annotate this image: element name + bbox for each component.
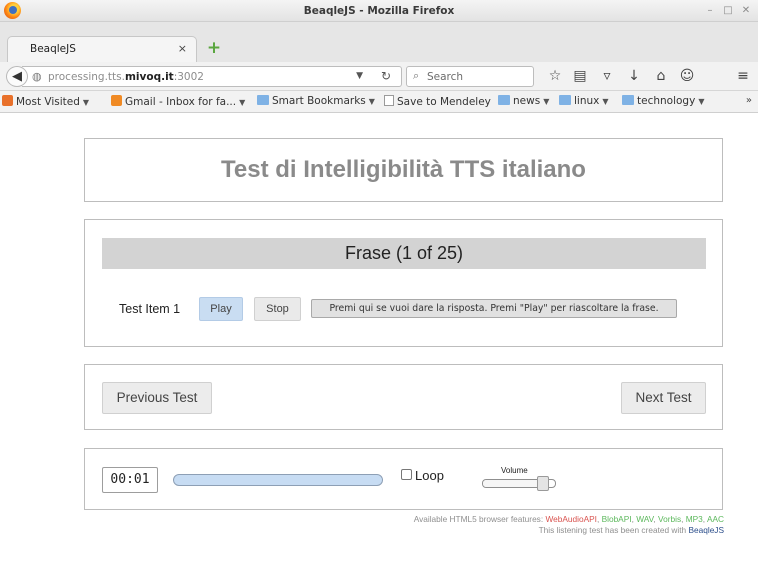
beaqlejs-link[interactable]: BeaqleJS <box>688 525 724 535</box>
test-item-panel: Frase (1 of 25) Test Item 1 Play Stop Pr… <box>84 219 723 347</box>
pocket-icon[interactable]: ▿ <box>598 67 616 85</box>
bookmark-technology[interactable]: technology ▼ <box>622 95 704 107</box>
page-icon <box>384 95 394 106</box>
bookmark-smart-bookmarks[interactable]: Smart Bookmarks ▼ <box>257 95 375 107</box>
volume-slider[interactable] <box>482 476 556 491</box>
window-titlebar: BeaqleJS - Mozilla Firefox – □ ✕ <box>0 0 758 22</box>
bookmark-star-icon[interactable]: ☆ <box>546 67 564 85</box>
url-dropdown-icon[interactable]: ▼ <box>356 71 363 81</box>
globe-icon: ◍ <box>32 70 42 83</box>
chat-icon[interactable]: ☺ <box>678 67 696 85</box>
next-test-button[interactable]: Next Test <box>621 382 706 414</box>
feature-blobapi: BlobAPI <box>601 514 632 524</box>
chevron-down-icon: ▼ <box>698 97 705 106</box>
download-icon[interactable]: ↓ <box>625 67 643 85</box>
back-button[interactable]: ◀ <box>6 66 28 87</box>
maximize-icon[interactable]: □ <box>720 3 736 18</box>
feature-webaudioapi: WebAudioAPI <box>545 514 597 524</box>
frase-header: Frase (1 of 25) <box>102 238 706 269</box>
audio-controls-panel: 00:01 Loop Volume <box>84 448 723 510</box>
volume-label: Volume <box>501 466 528 475</box>
playback-progress-bar[interactable] <box>173 474 383 486</box>
search-placeholder: Search <box>427 71 464 83</box>
back-arrow-icon: ◀ <box>12 69 22 84</box>
previous-test-button[interactable]: Previous Test <box>102 382 212 414</box>
navigation-bar: ◍ processing.tts.mivoq.it:3002 ▼ ↻ ◀ ⌕ S… <box>0 62 758 91</box>
bookmark-news[interactable]: news ▼ <box>498 95 549 107</box>
bookmarks-bar: Most Visited ▼ Gmail - Inbox for fa... ▼ S… <box>0 91 758 113</box>
tab-bar: BeaqleJS × + <box>0 22 758 62</box>
window-title: BeaqleJS - Mozilla Firefox <box>303 5 455 17</box>
minimize-icon[interactable]: – <box>702 3 718 18</box>
url-text: processing.tts.mivoq.it:3002 <box>48 71 204 83</box>
loop-toggle[interactable]: Loop <box>401 468 444 483</box>
title-panel: Test di Intelligibilità TTS italiano <box>84 138 723 202</box>
feature-aac: AAC <box>706 514 724 524</box>
chevron-down-icon: ▼ <box>543 97 550 106</box>
play-button[interactable]: Play <box>199 297 243 321</box>
reading-list-icon[interactable]: ▤ <box>571 67 589 85</box>
test-item-label: Test Item 1 <box>119 302 181 316</box>
window-controls: – □ ✕ <box>702 3 754 18</box>
volume-slider-fill <box>483 480 543 487</box>
chevron-down-icon: ▼ <box>602 97 609 106</box>
chevron-down-icon: ▼ <box>239 98 246 107</box>
rss-icon <box>111 95 122 106</box>
new-tab-icon[interactable]: + <box>206 40 222 57</box>
bookmark-save-to-mendeley[interactable]: Save to Mendeley <box>384 95 491 108</box>
folder-icon <box>257 95 269 105</box>
bookmark-gmail[interactable]: Gmail - Inbox for fa... ▼ <box>111 95 245 108</box>
page-title: Test di Intelligibilità TTS italiano <box>221 156 586 183</box>
stop-button[interactable]: Stop <box>254 297 301 321</box>
url-bar[interactable]: ◍ processing.tts.mivoq.it:3002 ▼ ↻ <box>22 66 402 87</box>
folder-icon <box>498 95 510 105</box>
answer-button[interactable]: Premi qui se vuoi dare la risposta. Prem… <box>311 299 677 318</box>
created-with-text: This listening test has been created wit… <box>538 525 724 535</box>
loop-label: Loop <box>415 468 444 483</box>
menu-icon[interactable]: ≡ <box>734 67 752 85</box>
feature-vorbis: Vorbis <box>658 514 682 524</box>
reload-icon[interactable]: ↻ <box>381 69 391 83</box>
search-icon: ⌕ <box>413 69 420 82</box>
loop-checkbox[interactable] <box>401 469 412 480</box>
test-navigation-panel: Previous Test Next Test <box>84 364 723 430</box>
volume-slider-handle[interactable] <box>537 476 549 491</box>
bookmark-linux[interactable]: linux ▼ <box>559 95 609 107</box>
browser-features-text: Available HTML5 browser features: WebAud… <box>413 514 724 524</box>
home-icon[interactable]: ⌂ <box>652 67 670 85</box>
tab-label: BeaqleJS <box>30 43 76 55</box>
bookmark-most-visited[interactable]: Most Visited ▼ <box>2 95 89 108</box>
bookmarks-overflow-icon[interactable]: » <box>746 95 752 106</box>
close-window-icon[interactable]: ✕ <box>738 3 754 18</box>
folder-icon <box>559 95 571 105</box>
feature-mp3: MP3 <box>685 514 703 524</box>
tab-close-icon[interactable]: × <box>178 42 187 55</box>
feature-wav: WAV <box>636 514 654 524</box>
chevron-down-icon: ▼ <box>368 97 375 106</box>
time-display: 00:01 <box>102 467 158 493</box>
search-input[interactable]: ⌕ Search <box>406 66 534 87</box>
tab-beaqlejs[interactable]: BeaqleJS × <box>7 36 197 62</box>
most-visited-icon <box>2 95 13 106</box>
chevron-down-icon: ▼ <box>82 98 90 107</box>
folder-icon <box>622 95 634 105</box>
